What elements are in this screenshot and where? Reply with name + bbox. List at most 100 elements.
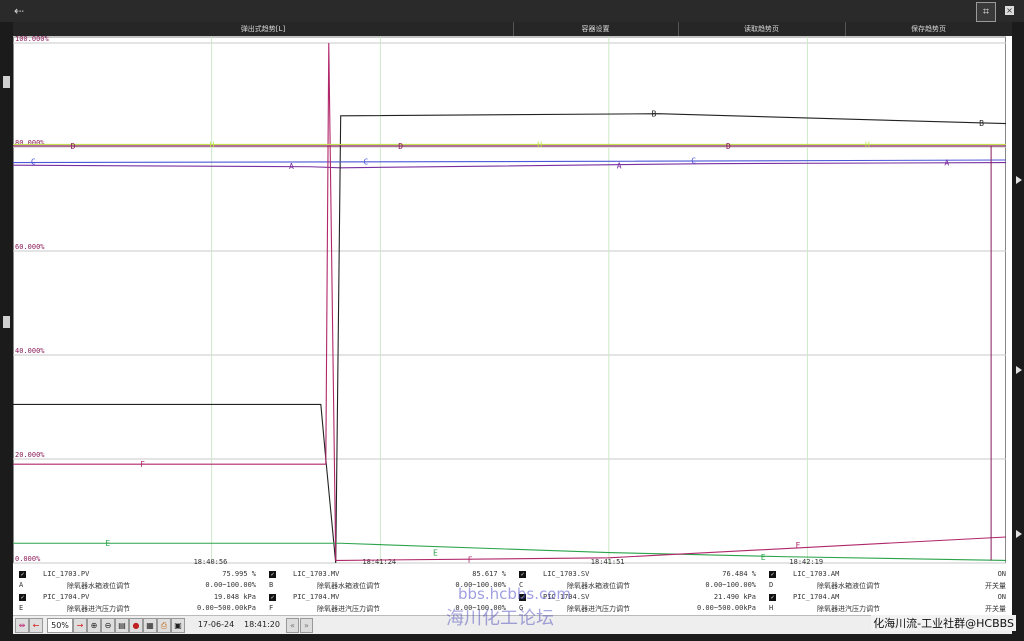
series-marker-f: F	[795, 541, 800, 550]
back-arrow-icon[interactable]: ⇠	[14, 4, 24, 18]
legend-letter: E	[19, 604, 24, 612]
x-tick-label: 18:40:56	[194, 558, 228, 566]
legend-entry: ✓ LIC_1703.PV 75.995 % A 除氧器水箱液位调节 0.00~100.0…	[13, 569, 262, 592]
legend-value: 85.617 %	[472, 570, 506, 578]
legend-range: 0.00~500.00kPa	[196, 604, 256, 612]
close-icon[interactable]: ×	[1005, 6, 1014, 15]
legend-tag: LIC_1703.MV	[293, 570, 340, 578]
trend-chart[interactable]: 100.000% 80.000% 60.000% 40.000% 20.000% 0.00…	[13, 36, 1012, 569]
legend-value: 76.484 %	[722, 570, 756, 578]
legend-description: 除氧器进汽压力调节	[317, 605, 380, 613]
title-bar: ⇠ ⌗ ×	[0, 0, 1024, 22]
legend-tag: LIC_1703.AM	[793, 570, 840, 578]
menu-save-trend-page[interactable]: 保存趋势页	[845, 22, 1012, 36]
y-tick-label: 60.000%	[15, 243, 45, 251]
sidebar-handle[interactable]	[3, 316, 10, 328]
next-page-button[interactable]: »	[300, 618, 313, 633]
series-marker-h: H	[537, 140, 542, 149]
y-tick-label: 100.000%	[15, 36, 50, 43]
trend-window-icon[interactable]: ⌗	[976, 2, 996, 22]
stop-icon[interactable]: ●	[129, 618, 143, 633]
series-marker-c: C	[364, 158, 369, 167]
series-marker-a: A	[944, 159, 949, 168]
x-tick-label: 18:41:24	[362, 558, 396, 566]
legend-checkbox[interactable]: ✓	[19, 594, 26, 601]
scroll-left-button[interactable]: ←	[29, 618, 43, 633]
legend-range: 开关量	[985, 582, 1006, 590]
series-marker-d: D	[726, 142, 731, 151]
watermark-title: 海川化工论坛	[446, 608, 554, 629]
legend-checkbox[interactable]: ✓	[519, 571, 526, 578]
trend-time: 18:41:20	[244, 620, 280, 629]
scroll-right-button[interactable]: →	[73, 618, 87, 633]
right-sidebar	[1012, 36, 1024, 636]
expand-arrow-icon[interactable]	[1016, 530, 1022, 538]
series-line-f	[13, 42, 1007, 561]
zoom-level[interactable]: 50%	[47, 618, 73, 633]
legend-range: 开关量	[985, 605, 1006, 613]
legend-range: 0.00~500.00kPa	[696, 604, 756, 612]
first-page-button[interactable]: ⇹	[15, 618, 29, 633]
series-marker-c: C	[691, 157, 696, 166]
menu-bar: 弹出式趋势[L] 容器设置 读取趋势页 保存趋势页	[13, 22, 1012, 36]
y-tick-label: 0.000%	[15, 555, 41, 563]
series-marker-b: B	[979, 119, 984, 128]
left-sidebar	[0, 36, 13, 636]
x-tick-label: 18:41:51	[591, 558, 625, 566]
legend-letter: A	[19, 581, 24, 589]
legend-entry: ✓ PIC_1704.PV 19.048 kPa E 除氧器进汽压力调节 0.00~500…	[13, 592, 262, 615]
x-tick-label: 18:42:19	[789, 558, 823, 566]
sidebar-handle[interactable]	[3, 76, 10, 88]
series-marker-d: D	[398, 142, 403, 151]
legend-letter: F	[269, 604, 274, 612]
series-marker-h: H	[210, 140, 215, 149]
series-marker-e: E	[761, 553, 766, 562]
legend-value: 75.995 %	[222, 570, 256, 578]
legend-description: 除氧器水箱液位调节	[317, 582, 380, 590]
legend-checkbox[interactable]: ✓	[769, 571, 776, 578]
legend-range: 0.00~100.00%	[705, 581, 756, 589]
legend-checkbox[interactable]: ✓	[769, 594, 776, 601]
menu-popup-trend[interactable]: 弹出式趋势[L]	[13, 22, 514, 36]
previous-page-button[interactable]: «	[286, 618, 299, 633]
series-marker-f: F	[140, 460, 145, 469]
series-line-c	[13, 159, 1007, 164]
document-icon[interactable]: ▤	[115, 618, 129, 633]
series-marker-f: F	[468, 555, 473, 564]
legend-letter: H	[769, 604, 774, 612]
menu-load-trend-page[interactable]: 读取趋势页	[678, 22, 846, 36]
legend-tag: PIC_1704.AM	[793, 593, 840, 601]
trend-chart-svg: 100.000%80.000%60.000%40.000%20.000%0.00…	[13, 36, 1007, 566]
watermark-footer: 化海川流-工业社群@HCBBS	[871, 615, 1016, 631]
plot-border	[13, 36, 1006, 564]
series-marker-a: A	[617, 162, 622, 171]
series-marker-d: D	[71, 142, 76, 151]
series-line-b	[13, 113, 1007, 564]
legend-tag: LIC_1703.SV	[543, 570, 590, 578]
legend-letter: B	[269, 581, 274, 589]
legend-description: 除氧器水箱液位调节	[567, 582, 630, 590]
watermark-url: bbs.hcbbs.com	[458, 585, 572, 603]
expand-arrow-icon[interactable]	[1016, 176, 1022, 184]
legend-description: 除氧器水箱液位调节	[817, 582, 880, 590]
legend-letter: D	[769, 581, 774, 589]
series-marker-e: E	[433, 549, 438, 558]
legend-checkbox[interactable]: ✓	[19, 571, 26, 578]
settings-icon[interactable]: ▣	[171, 618, 185, 633]
legend-value: ON	[997, 570, 1006, 578]
series-line-a	[13, 162, 1007, 169]
zoom-out-icon[interactable]: ⊖	[101, 618, 115, 633]
legend-value: ON	[997, 593, 1006, 601]
legend-tag: PIC_1704.MV	[293, 593, 340, 601]
legend-checkbox[interactable]: ✓	[269, 594, 276, 601]
legend-tag: LIC_1703.PV	[43, 570, 90, 578]
expand-arrow-icon[interactable]	[1016, 366, 1022, 374]
legend-checkbox[interactable]: ✓	[269, 571, 276, 578]
legend-value: 21.490 kPa	[713, 593, 756, 601]
zoom-in-icon[interactable]: ⊕	[87, 618, 101, 633]
y-tick-label: 20.000%	[15, 451, 45, 459]
menu-container-settings[interactable]: 容器设置	[513, 22, 679, 36]
legend-description: 除氧器进汽压力调节	[67, 605, 130, 613]
print-icon[interactable]: ⎙	[157, 618, 171, 633]
page-icon[interactable]: ▦	[143, 618, 157, 633]
